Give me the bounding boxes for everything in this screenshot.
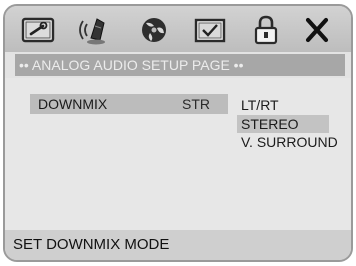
downmix-option-row[interactable]: DOWNMIX STR [30, 94, 228, 114]
downmix-label: DOWNMIX [38, 96, 108, 112]
option-lt-rt[interactable]: LT/RT [237, 96, 283, 114]
audio-speaker-icon[interactable] [76, 14, 110, 46]
preference-check-icon[interactable] [193, 14, 227, 46]
downmix-current-value: STR [182, 96, 210, 112]
video-disc-icon[interactable] [137, 14, 171, 46]
option-stereo[interactable]: STEREO [237, 115, 329, 133]
setup-content: DOWNMIX STR LT/RT STEREO V. SURROUND [5, 78, 351, 234]
lock-icon[interactable] [249, 14, 283, 46]
setup-toolbar [5, 6, 351, 52]
page-title: •• ANALOG AUDIO SETUP PAGE •• [15, 54, 345, 76]
osd-window: •• ANALOG AUDIO SETUP PAGE •• DOWNMIX ST… [3, 4, 353, 262]
option-v-surround[interactable]: V. SURROUND [237, 133, 342, 151]
status-bar: SET DOWNMIX MODE [5, 230, 351, 260]
exit-icon[interactable] [300, 14, 334, 46]
general-setup-icon[interactable] [21, 14, 55, 46]
